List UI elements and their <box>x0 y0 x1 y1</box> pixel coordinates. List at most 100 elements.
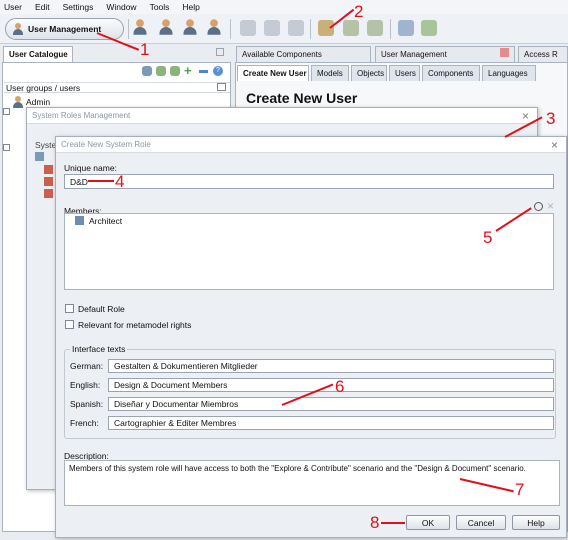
tree-item-admin[interactable]: Admin <box>26 97 50 107</box>
english-value: Design & Document Members <box>114 380 228 390</box>
menu-help[interactable]: Help <box>182 2 199 12</box>
default-role-label: Default Role <box>78 304 125 314</box>
copy-user-icon[interactable] <box>182 19 198 35</box>
spanish-label: Spanish: <box>70 399 104 409</box>
tab-users[interactable]: Users <box>389 65 420 81</box>
catalogue-tool-icon[interactable] <box>142 66 152 76</box>
annotation-4: 4 <box>115 172 125 191</box>
annotation-7: 7 <box>515 480 525 499</box>
french-value: Cartographier & Editer Membres <box>114 418 237 428</box>
menu-user[interactable]: User <box>4 2 22 12</box>
annotation-6: 6 <box>335 377 345 396</box>
tab-models[interactable]: Models <box>311 65 349 81</box>
spanish-value: Diseñar y Documentar Miembros <box>114 399 239 409</box>
member-architect[interactable]: Architect <box>89 216 122 226</box>
annotation-8: 8 <box>370 513 380 532</box>
export-icon[interactable] <box>398 20 414 36</box>
tab-label: User Management <box>381 50 447 59</box>
edit-user-icon[interactable] <box>158 19 174 35</box>
role-icon <box>44 165 53 174</box>
annotation-5: 5 <box>483 228 493 247</box>
menu-window[interactable]: Window <box>106 2 136 12</box>
create-system-role-dialog: Create New System Role × Unique name: D&… <box>55 136 567 538</box>
toolbar-separator <box>390 19 391 39</box>
refresh-icon[interactable] <box>156 66 166 76</box>
tab-label: Objects <box>357 69 385 78</box>
section-icon[interactable] <box>217 83 226 91</box>
tab-available-components[interactable]: Available Components <box>236 46 371 62</box>
role-icon <box>44 177 53 186</box>
french-label: French: <box>70 418 99 428</box>
members-list[interactable] <box>64 213 554 290</box>
menu-bar: User Edit Settings Window Tools Help <box>0 0 568 14</box>
german-label: German: <box>70 361 104 371</box>
close-icon[interactable]: × <box>551 138 558 152</box>
group-icon <box>75 216 84 225</box>
role-list-icon[interactable] <box>343 20 359 36</box>
dialog-title-text: System Roles Management <box>32 111 131 120</box>
tab-user-catalogue[interactable]: User Catalogue <box>3 46 73 62</box>
metamodel-rights-checkbox[interactable] <box>65 320 74 329</box>
unique-name-input[interactable]: D&D <box>64 174 554 189</box>
annotation-line-8 <box>381 522 405 524</box>
tab-label: Users <box>395 69 416 78</box>
close-tab-icon[interactable] <box>500 48 509 57</box>
annotation-line-4 <box>88 180 114 182</box>
tab-label: Available Components <box>242 50 322 59</box>
user-filter-icon[interactable] <box>264 20 280 36</box>
ok-button[interactable]: OK <box>406 515 450 530</box>
expand-icon[interactable] <box>3 144 10 151</box>
interface-texts-label: Interface texts <box>70 344 128 354</box>
help-button[interactable]: Help <box>512 515 560 530</box>
tab-access-rights[interactable]: Access R <box>518 46 568 62</box>
expand-icon[interactable] <box>3 108 10 115</box>
dialog-title-text: Create New System Role <box>61 140 151 149</box>
close-icon[interactable]: × <box>522 109 529 123</box>
tab-label: Languages <box>488 69 528 78</box>
spanish-input[interactable]: Diseñar y Documentar Miembros <box>108 397 554 411</box>
cancel-button[interactable]: Cancel <box>456 515 506 530</box>
unique-name-label: Unique name: <box>64 163 117 173</box>
remove-member-icon[interactable]: × <box>547 199 554 213</box>
plus-icon[interactable]: + <box>184 63 192 78</box>
tab-objects[interactable]: Objects <box>351 65 387 81</box>
cancel-label: Cancel <box>467 517 495 528</box>
sync-icon[interactable] <box>170 66 180 76</box>
user-search-icon[interactable] <box>240 20 256 36</box>
delete-user-icon[interactable] <box>206 19 222 35</box>
dialog-title: System Roles Management <box>27 108 537 124</box>
tab-languages[interactable]: Languages <box>482 65 536 81</box>
menu-settings[interactable]: Settings <box>63 2 94 12</box>
minus-icon[interactable] <box>199 70 208 73</box>
unique-name-value: D&D <box>70 176 88 187</box>
tab-create-new-user[interactable]: Create New User <box>237 65 309 81</box>
tab-label: Create New User <box>243 69 307 78</box>
tree-icon <box>35 152 44 161</box>
tab-user-management[interactable]: User Management <box>375 46 515 62</box>
import-icon[interactable] <box>421 20 437 36</box>
annotation-1: 1 <box>140 40 150 59</box>
user-icon <box>12 23 24 35</box>
toolbar-separator <box>230 19 231 39</box>
role-icon <box>44 189 53 198</box>
section-header: User groups / users <box>4 82 230 93</box>
menu-edit[interactable]: Edit <box>35 2 50 12</box>
tab-label: Models <box>317 69 343 78</box>
german-input[interactable]: Gestalten & Dokumentieren Mitglieder <box>108 359 554 373</box>
tab-label: Access R <box>524 50 558 59</box>
annotation-2: 2 <box>354 2 364 21</box>
default-role-checkbox[interactable] <box>65 304 74 313</box>
french-input[interactable]: Cartographier & Editer Membres <box>108 416 554 430</box>
menu-tools[interactable]: Tools <box>150 2 170 12</box>
german-value: Gestalten & Dokumentieren Mitglieder <box>114 361 258 371</box>
annotation-3: 3 <box>546 109 556 128</box>
role-assign-icon[interactable] <box>367 20 383 36</box>
panel-menu-icon[interactable] <box>216 48 224 56</box>
help-icon[interactable]: ? <box>213 66 223 76</box>
user-refresh-icon[interactable] <box>288 20 304 36</box>
toolbar-separator <box>128 19 129 39</box>
add-member-icon[interactable] <box>534 202 543 211</box>
tab-components[interactable]: Components <box>422 65 480 81</box>
description-value: Members of this system role will have ac… <box>69 464 526 473</box>
add-user-icon[interactable] <box>132 19 148 35</box>
